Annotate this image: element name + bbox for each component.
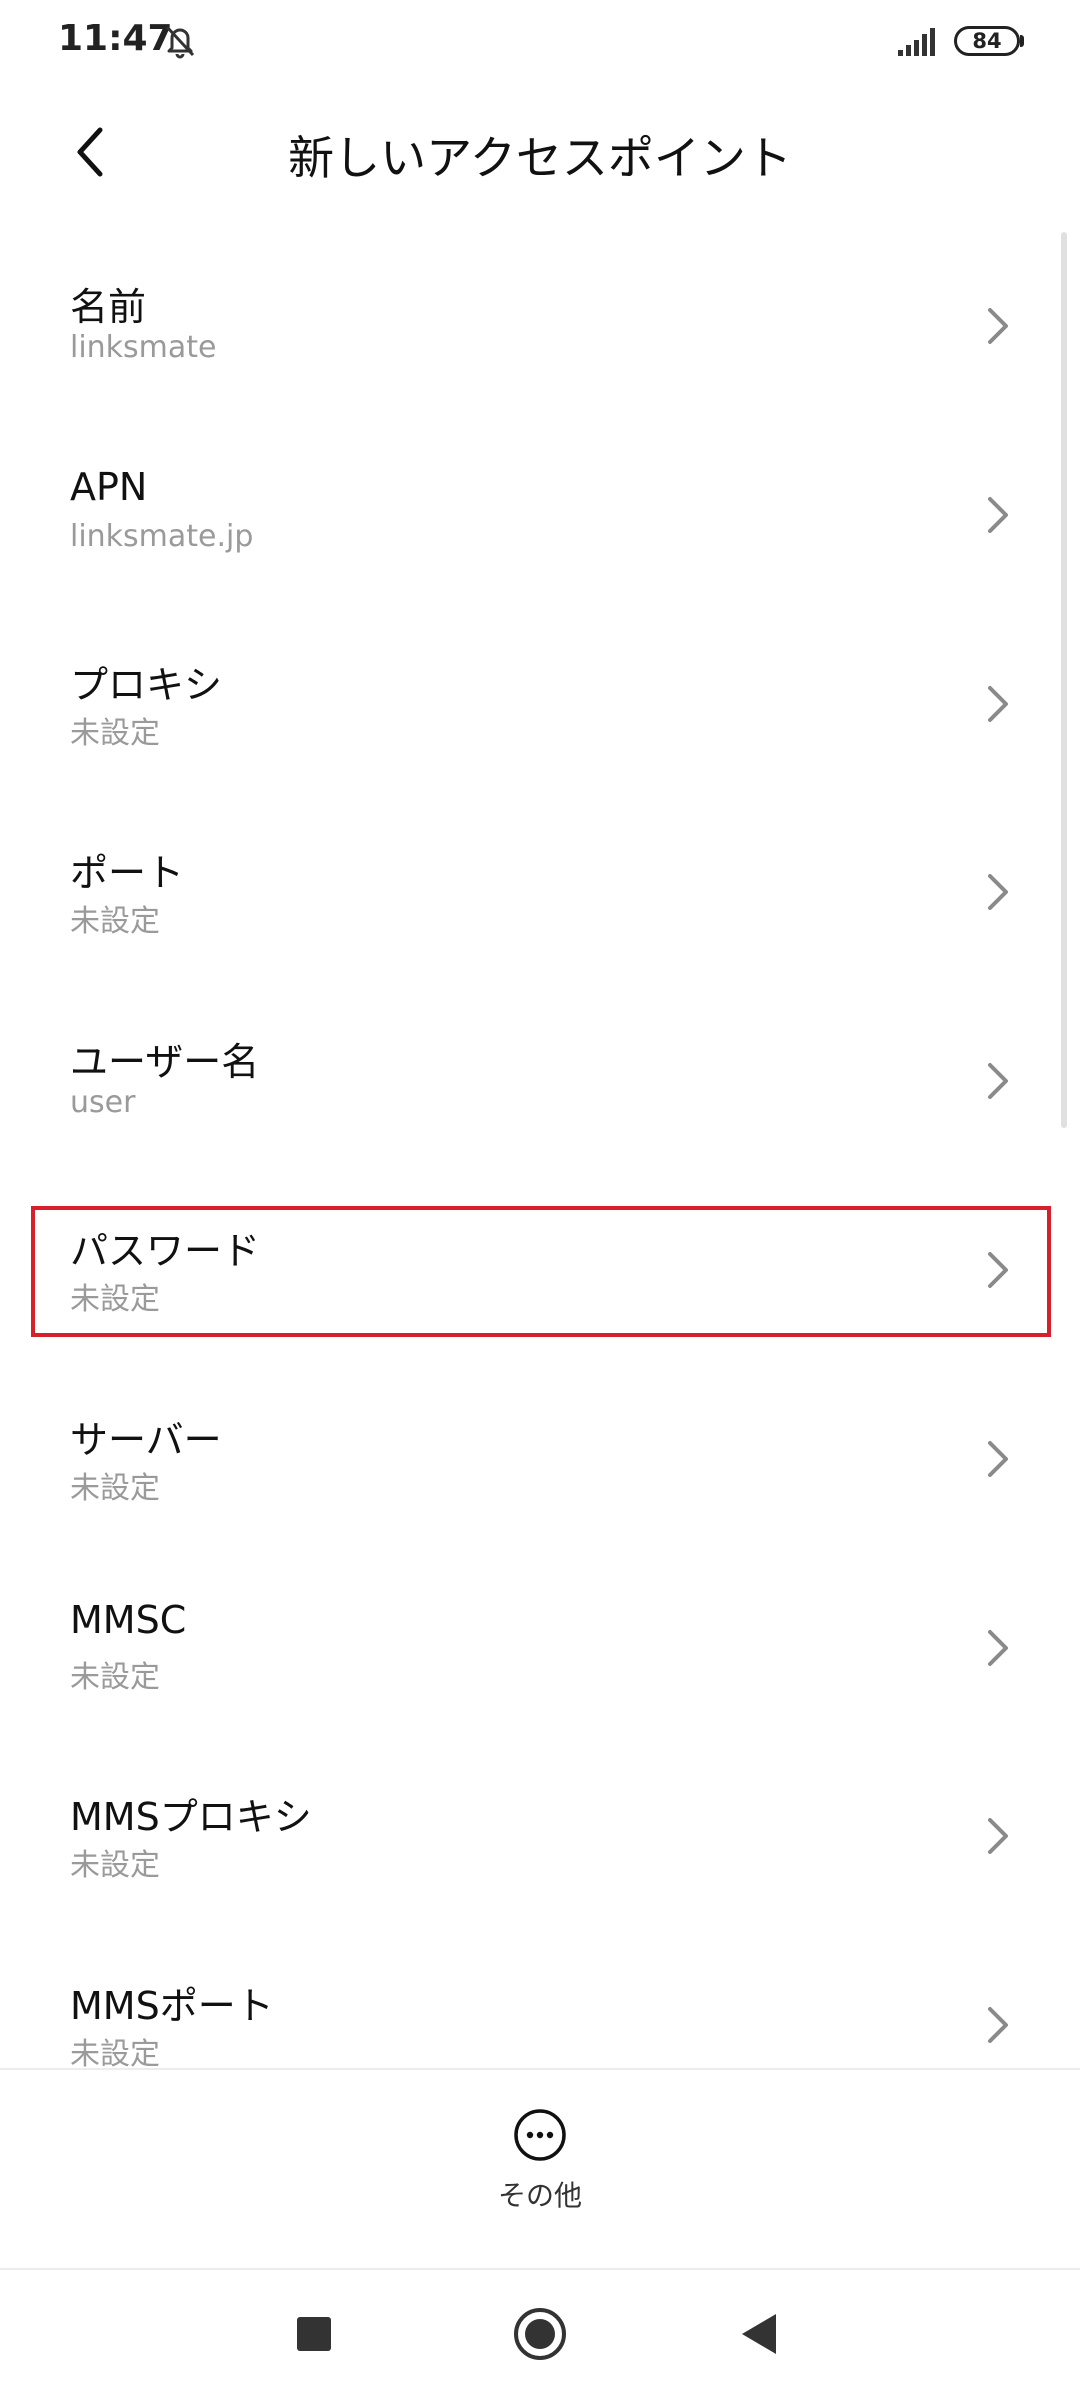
setting-row[interactable]: パスワード 未設定 xyxy=(0,1174,1080,1363)
page-title: 新しいアクセスポイント xyxy=(288,131,792,185)
setting-value: 未設定 xyxy=(70,2037,160,2068)
setting-value: user xyxy=(70,1085,136,1121)
setting-value: 未設定 xyxy=(70,1659,160,1695)
setting-title: プロキシ xyxy=(70,662,223,707)
setting-row[interactable]: サーバー 未設定 xyxy=(0,1363,1080,1552)
setting-title: パスワード xyxy=(70,1228,261,1273)
signal-icon xyxy=(898,28,935,56)
setting-value: 未設定 xyxy=(70,904,160,940)
setting-title: ユーザー名 xyxy=(70,1040,260,1085)
battery-level: 84 xyxy=(972,29,1002,53)
more-horizontal-icon xyxy=(514,2109,566,2161)
setting-title: MMSプロキシ xyxy=(70,1795,312,1840)
setting-value: 未設定 xyxy=(70,1281,160,1317)
setting-value: linksmate.jp xyxy=(70,518,254,554)
recent-apps-icon[interactable] xyxy=(282,2302,346,2366)
setting-value: linksmate xyxy=(70,330,217,365)
chevron-right-icon xyxy=(988,1818,1008,1855)
setting-row[interactable]: MMSプロキシ未設定 xyxy=(0,1740,1080,1929)
status-bar: 11:47 84 xyxy=(0,0,1080,84)
home-icon[interactable] xyxy=(508,2302,572,2366)
setting-title: ポート xyxy=(70,851,185,896)
chevron-right-icon xyxy=(988,1063,1008,1100)
setting-value: 未設定 xyxy=(70,1470,160,1506)
more-button[interactable]: その他 xyxy=(470,2108,610,2238)
setting-value: 未設定 xyxy=(70,1848,160,1884)
battery-icon: 84 xyxy=(954,26,1020,56)
battery-tip xyxy=(1020,35,1024,47)
nav-bar xyxy=(0,2270,1080,2400)
action-bar: その他 xyxy=(0,2070,1080,2268)
setting-row[interactable]: プロキシ 未設定 xyxy=(0,608,1080,797)
setting-row[interactable]: MMSC 未設定 xyxy=(0,1552,1080,1741)
chevron-right-icon xyxy=(988,2007,1008,2044)
status-time: 11:47 xyxy=(58,18,173,59)
chevron-right-icon xyxy=(988,685,1008,722)
chevron-right-icon xyxy=(988,496,1008,533)
chevron-right-icon xyxy=(988,874,1008,911)
setting-title: MMSC xyxy=(70,1597,187,1642)
setting-title: サーバー xyxy=(70,1417,222,1462)
settings-list[interactable]: 名前 linksmate APN linksmate.jp プロキシ 未設定 ポート 未設定ユ… xyxy=(0,230,1080,2068)
setting-row[interactable]: ユーザー名 user xyxy=(0,985,1080,1174)
bell-off-icon xyxy=(165,25,195,59)
setting-title: APN xyxy=(70,464,148,509)
screen: 11:47 84 新しいアクセスポイント 名前 linksmate APN links… xyxy=(0,0,1080,2400)
back-triangle-icon[interactable] xyxy=(728,2302,792,2366)
chevron-right-icon xyxy=(988,1251,1008,1288)
setting-value: 未設定 xyxy=(70,715,160,751)
setting-row[interactable]: 名前 linksmate xyxy=(0,230,1080,419)
setting-title: MMSポート xyxy=(70,1984,274,2029)
more-label: その他 xyxy=(497,2179,582,2212)
setting-row[interactable]: MMSポート未設定 xyxy=(0,1929,1080,2068)
scrollbar[interactable] xyxy=(1061,232,1067,1128)
chevron-right-icon xyxy=(988,1440,1008,1477)
chevron-right-icon xyxy=(988,308,1008,344)
header: 新しいアクセスポイント xyxy=(0,84,1080,224)
chevron-right-icon xyxy=(988,1629,1008,1666)
setting-row[interactable]: APN linksmate.jp xyxy=(0,419,1080,608)
setting-title: 名前 xyxy=(70,285,147,329)
setting-row[interactable]: ポート 未設定 xyxy=(0,796,1080,985)
